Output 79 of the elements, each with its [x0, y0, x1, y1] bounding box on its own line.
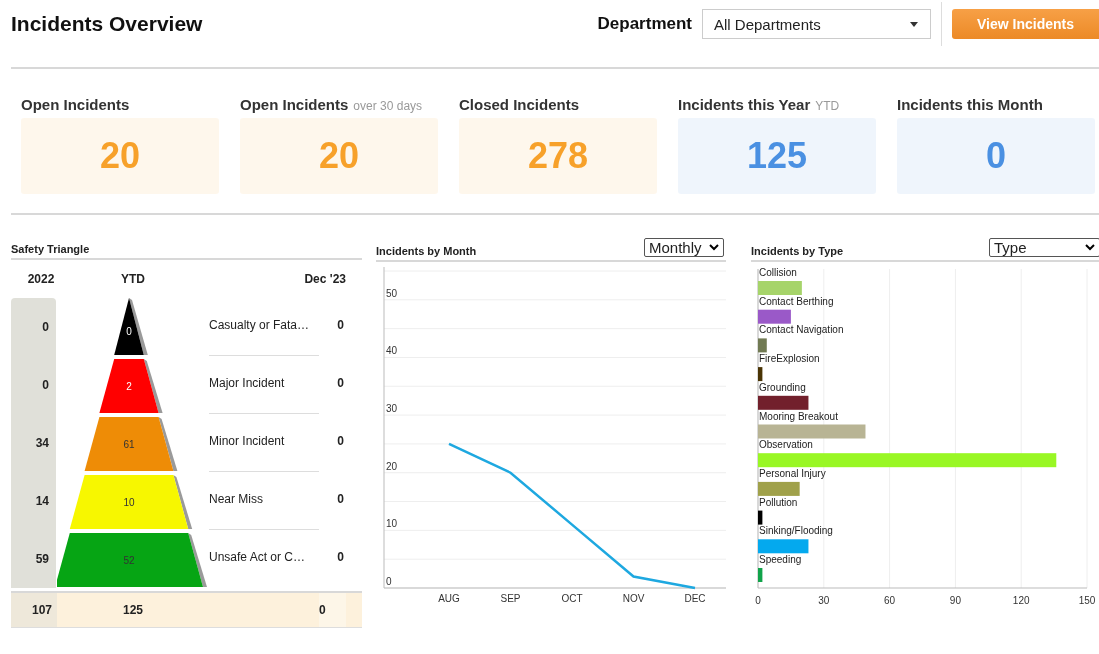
kpi-value: 0	[986, 135, 1006, 177]
axis-tick-label: 150	[1078, 595, 1096, 606]
kpi-label: Closed Incidents	[459, 96, 580, 113]
column-header: Dec '23	[303, 272, 347, 286]
table-cell: 14	[35, 494, 49, 508]
row-label: Unsafe Act or C…	[209, 550, 306, 564]
caret-icon	[910, 21, 918, 27]
department-label: Department	[597, 14, 692, 34]
panel-title: Safety Triangle	[11, 243, 90, 255]
category-label: Personal Injury	[759, 467, 826, 479]
kpi-value: 20	[99, 135, 140, 177]
column-header: 2022	[26, 272, 56, 286]
layer-value: 10	[123, 497, 135, 508]
category-label: Contact Navigation	[759, 324, 844, 336]
kpi-value: 20	[318, 135, 359, 177]
table-cell: 0	[337, 318, 344, 332]
category-label: Grounding	[759, 381, 806, 393]
axis-tick-label: NOV	[622, 593, 645, 604]
table-cell: 0	[337, 550, 344, 564]
grouping-dropdown[interactable]: Type	[989, 238, 1099, 257]
axis-tick-label: 40	[386, 345, 398, 357]
kpi-label: Open Incidents	[21, 96, 130, 113]
axis-tick-label: AUG	[438, 593, 460, 604]
axis-tick-label: 10	[386, 518, 398, 530]
axis-tick-label: 90	[949, 595, 961, 606]
kpi-note: YTD	[815, 99, 840, 113]
row-label: Casualty or Fata…	[209, 317, 310, 332]
table-cell: 0	[337, 492, 344, 506]
row-label: Major Incident	[209, 375, 285, 390]
category-label: Sinking/Flooding	[759, 525, 833, 537]
triangle-layer	[114, 298, 148, 355]
chevron-icon	[709, 244, 719, 251]
axis-tick-label: OCT	[561, 593, 583, 604]
table-cell: 34	[35, 436, 49, 450]
axis-tick-label: 30	[818, 595, 830, 606]
layer-value: 52	[123, 555, 135, 566]
table-cell: 0	[337, 376, 344, 390]
panel-title: Incidents by Month	[376, 245, 477, 257]
row-label: Minor Incident	[209, 433, 285, 448]
axis-tick-label: SEP	[500, 593, 521, 604]
table-cell: 0	[42, 378, 49, 392]
total-cell: 107	[11, 593, 57, 627]
kpi-value: 125	[746, 135, 808, 177]
kpi-label: Incidents this Year	[678, 96, 811, 113]
row-label: Near Miss	[209, 491, 263, 506]
category-label: FireExplosion	[759, 353, 820, 365]
triangle-layer	[99, 359, 163, 413]
department-dropdown[interactable]: All Departments	[702, 9, 931, 39]
panel-title: Incidents by Type	[751, 245, 844, 257]
layer-value: 0	[126, 326, 132, 337]
table-cell: 0	[337, 434, 344, 448]
table-cell: 0	[42, 320, 49, 334]
kpi-note: over 30 days	[353, 99, 423, 113]
axis-tick-label: 60	[884, 595, 896, 606]
kpi-label: Open Incidents	[240, 96, 349, 113]
axis-tick-label: 0	[755, 595, 761, 606]
period-dropdown[interactable]: Monthly	[644, 238, 724, 257]
total-cell-text: 125	[122, 603, 145, 617]
kpi-label: Incidents this Month	[897, 96, 1043, 113]
axis-tick-label: 120	[1012, 595, 1030, 606]
category-label: Pollution	[759, 496, 798, 508]
layer-value: 61	[123, 439, 135, 450]
chevron-icon	[1085, 244, 1095, 251]
kpi-value: 278	[527, 135, 589, 177]
category-label: Contact Berthing	[759, 295, 834, 307]
column-header: YTD	[120, 272, 146, 286]
axis-tick-label: DEC	[684, 593, 706, 604]
category-label: Mooring Breakout	[759, 410, 838, 422]
axis-tick-label: 30	[386, 403, 398, 415]
axis-tick-label: 0	[386, 576, 392, 587]
category-label: Collision	[759, 267, 797, 278]
axis-tick-label: 50	[386, 287, 398, 299]
total-cell: 0	[319, 593, 346, 627]
category-label: Speeding	[759, 554, 802, 565]
category-label: Observation	[759, 439, 813, 451]
layer-value: 2	[126, 381, 132, 392]
table-cell: 59	[35, 552, 49, 566]
axis-tick-label: 20	[386, 460, 398, 472]
page-title: Incidents Overview	[11, 12, 203, 36]
